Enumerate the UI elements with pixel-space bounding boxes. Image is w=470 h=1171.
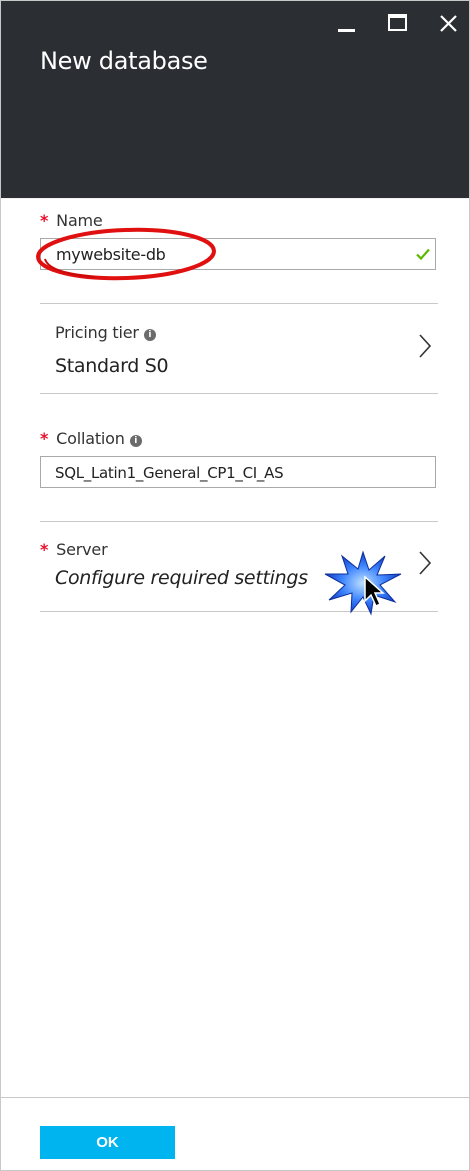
server-label-row: * Server — [40, 540, 108, 559]
server-value: Configure required settings — [55, 567, 308, 589]
pricing-tier-label-row: Pricing tier i — [55, 323, 156, 342]
info-icon[interactable]: i — [129, 435, 142, 447]
minimize-icon[interactable] — [333, 9, 361, 37]
required-marker: * — [40, 211, 49, 230]
required-marker: * — [40, 540, 49, 559]
collation-label: Collation — [56, 429, 125, 448]
checkmark-icon — [415, 246, 431, 267]
close-icon[interactable] — [435, 9, 463, 37]
name-label-row: * Name — [40, 211, 103, 230]
maximize-icon[interactable] — [384, 9, 412, 37]
pricing-tier-value: Standard S0 — [55, 355, 169, 377]
divider — [40, 611, 438, 612]
server-label: Server — [56, 540, 108, 559]
info-icon[interactable]: i — [143, 329, 156, 341]
chevron-right-icon — [419, 334, 432, 358]
mouse-cursor-icon — [364, 575, 385, 608]
blade-header: New database — [1, 1, 469, 198]
pricing-tier-label: Pricing tier — [55, 323, 139, 342]
pricing-tier-picker[interactable]: Pricing tier i — [40, 304, 438, 393]
blade-window: New database * Name mywebsite-db Pricing … — [0, 0, 470, 1171]
collation-input[interactable]: SQL_Latin1_General_CP1_CI_AS — [40, 456, 436, 488]
chevron-right-icon — [419, 551, 432, 575]
required-marker: * — [40, 429, 49, 448]
footer-separator — [1, 1097, 469, 1098]
name-label: Name — [56, 211, 103, 230]
collation-label-row: * Collation i — [40, 429, 142, 448]
page-title: New database — [40, 47, 208, 75]
name-input[interactable]: mywebsite-db — [40, 238, 436, 270]
collation-input-value: SQL_Latin1_General_CP1_CI_AS — [55, 464, 284, 482]
divider — [40, 393, 438, 394]
header-separator — [1, 198, 469, 199]
ok-button[interactable]: OK — [40, 1126, 175, 1159]
name-input-value: mywebsite-db — [56, 245, 166, 264]
